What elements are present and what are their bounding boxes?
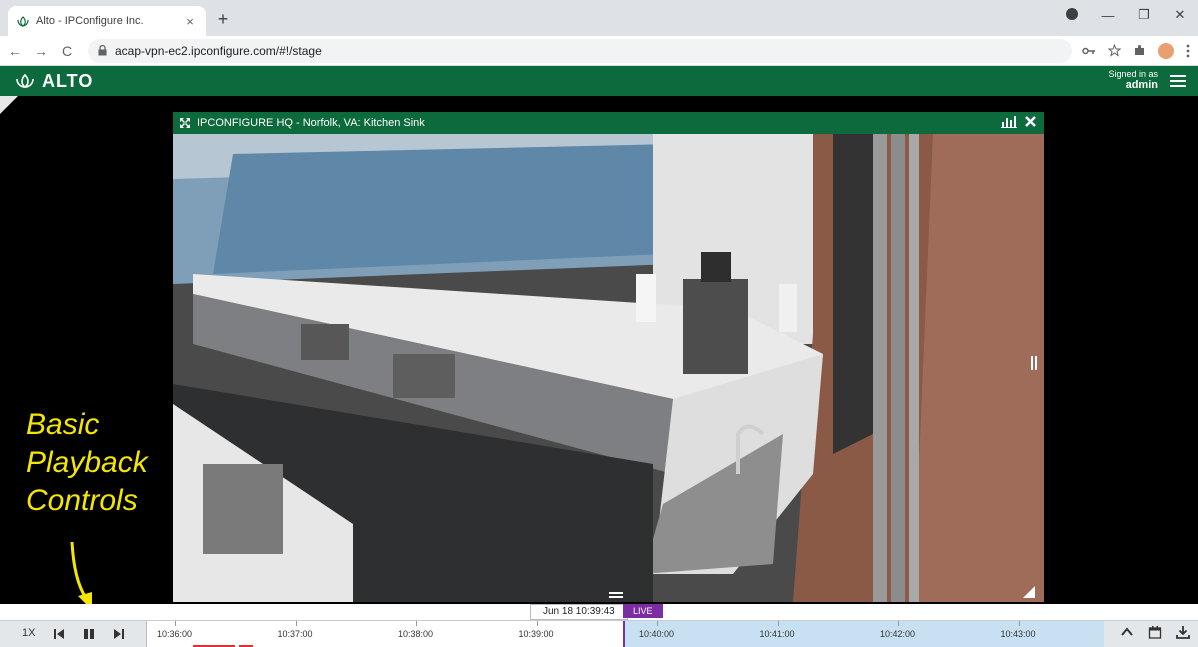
camera-panel-tools	[1001, 115, 1036, 128]
timeline-tickmark	[295, 621, 297, 626]
restore-button[interactable]: ❐	[1126, 7, 1162, 23]
annotation-line-1: Basic	[26, 408, 100, 441]
kebab-menu-icon[interactable]	[1186, 44, 1190, 58]
close-icon[interactable]	[1025, 116, 1036, 127]
browser-tab-bar: Alto - IPConfigure Inc. × + — ❐ ✕	[0, 0, 1198, 36]
camera-panel-header: IPCONFIGURE HQ - Norfolk, VA: Kitchen Si…	[173, 112, 1044, 134]
url-input[interactable]: acap-vpn-ec2.ipconfigure.com/#!/stage	[88, 38, 1072, 63]
brand-name: ALTO	[42, 70, 94, 91]
timeline-tick-label: 10:40:00	[639, 629, 675, 639]
timeline-tick-label: 10:38:00	[398, 629, 434, 639]
timeline-tickmark	[657, 621, 658, 626]
timeline-tickmark	[777, 621, 779, 626]
reload-icon[interactable]: C	[56, 43, 78, 59]
tab-close-icon[interactable]: ×	[182, 14, 198, 29]
account-icon[interactable]	[1054, 7, 1090, 23]
timeline-tickmark	[536, 621, 538, 626]
camera-panel[interactable]: IPCONFIGURE HQ - Norfolk, VA: Kitchen Si…	[173, 112, 1044, 602]
screen: Alto - IPConfigure Inc. × + — ❐ ✕ ← → C …	[0, 0, 1198, 647]
playhead-line[interactable]	[623, 621, 625, 647]
timeline-tick-label: 10:36:00	[157, 629, 193, 639]
back-arrow-icon[interactable]: ←	[4, 43, 26, 59]
annotation-line-3: Controls	[26, 484, 138, 517]
playhead-timestamp: Jun 18 10:39:43	[530, 604, 628, 620]
app-header: ALTO Signed in as admin	[0, 66, 1198, 96]
playback-timeline: Jun 18 10:39:43 LIVE 1X 10:36:00 10:37:00…	[0, 604, 1198, 647]
window-controls: — ❐ ✕	[1054, 0, 1198, 30]
timeline-tick-label: 10:42:00	[880, 629, 916, 639]
alto-favicon-icon	[17, 16, 29, 27]
hamburger-menu-icon[interactable]	[1170, 72, 1186, 88]
url-text: acap-vpn-ec2.ipconfigure.com/#!/stage	[115, 43, 322, 58]
pause-icon[interactable]	[82, 627, 96, 641]
live-button[interactable]: LIVE	[623, 604, 663, 618]
timeline-tick-label: 10:41:00	[759, 629, 795, 639]
timeline-tickmark	[175, 621, 176, 626]
signed-in-user: admin	[1125, 79, 1158, 91]
address-bar: ← → C acap-vpn-ec2.ipconfigure.com/#!/st…	[0, 36, 1198, 66]
annotation-line-2: Playback	[26, 446, 148, 479]
skip-back-icon[interactable]	[52, 627, 66, 641]
browser-tab[interactable]: Alto - IPConfigure Inc. ×	[8, 6, 206, 36]
camera-stage: IPCONFIGURE HQ - Norfolk, VA: Kitchen Si…	[0, 96, 1198, 616]
camera-title: IPCONFIGURE HQ - Norfolk, VA: Kitchen Si…	[197, 117, 425, 129]
new-tab-button[interactable]: +	[212, 8, 234, 30]
camera-video-feed	[173, 134, 1044, 602]
expand-icon[interactable]	[179, 117, 191, 129]
download-icon[interactable]	[1176, 625, 1190, 639]
timeline-tick-label: 10:39:00	[518, 629, 554, 639]
star-icon[interactable]	[1108, 44, 1121, 57]
timeline-tickmark	[416, 621, 417, 626]
minimize-button[interactable]: —	[1090, 8, 1126, 23]
timeline-tickmark	[898, 621, 899, 626]
alto-lotus-icon	[16, 73, 34, 89]
timeline-right-controls	[1120, 625, 1190, 639]
close-window-button[interactable]: ✕	[1162, 7, 1198, 23]
timeline-track[interactable]: 10:36:00 10:37:00 10:38:00 10:39:00 10:40:00…	[146, 621, 1104, 647]
timeline-tick-label: 10:43:00	[1000, 629, 1036, 639]
stage-collapse-handle[interactable]	[0, 96, 18, 114]
playback-control-bar: 1X 10:36:00 10:37:00 10:38:00 10:39:00 10:40…	[0, 620, 1198, 647]
timeline-tick-label: 10:37:00	[277, 629, 313, 639]
annotation-text: Basic Playback Controls	[26, 406, 148, 520]
playback-speed-button[interactable]: 1X	[22, 627, 35, 639]
annotation-arrow-icon	[70, 541, 92, 610]
stats-chart-icon[interactable]	[1001, 115, 1017, 128]
browser-tab-title: Alto - IPConfigure Inc.	[36, 15, 144, 27]
timeline-tickmark	[1018, 621, 1020, 626]
signed-in-status: Signed in as admin	[1108, 69, 1158, 91]
key-icon[interactable]	[1082, 46, 1096, 56]
alto-logo[interactable]: ALTO	[14, 71, 93, 92]
calendar-icon[interactable]	[1148, 625, 1162, 639]
forward-arrow-icon[interactable]: →	[30, 43, 52, 59]
skip-forward-icon[interactable]	[112, 627, 126, 641]
lock-icon	[98, 45, 107, 56]
chevron-up-icon[interactable]	[1120, 625, 1134, 639]
profile-avatar[interactable]	[1158, 42, 1174, 59]
extensions-puzzle-icon[interactable]	[1133, 44, 1146, 57]
browser-extension-area	[1082, 42, 1198, 59]
